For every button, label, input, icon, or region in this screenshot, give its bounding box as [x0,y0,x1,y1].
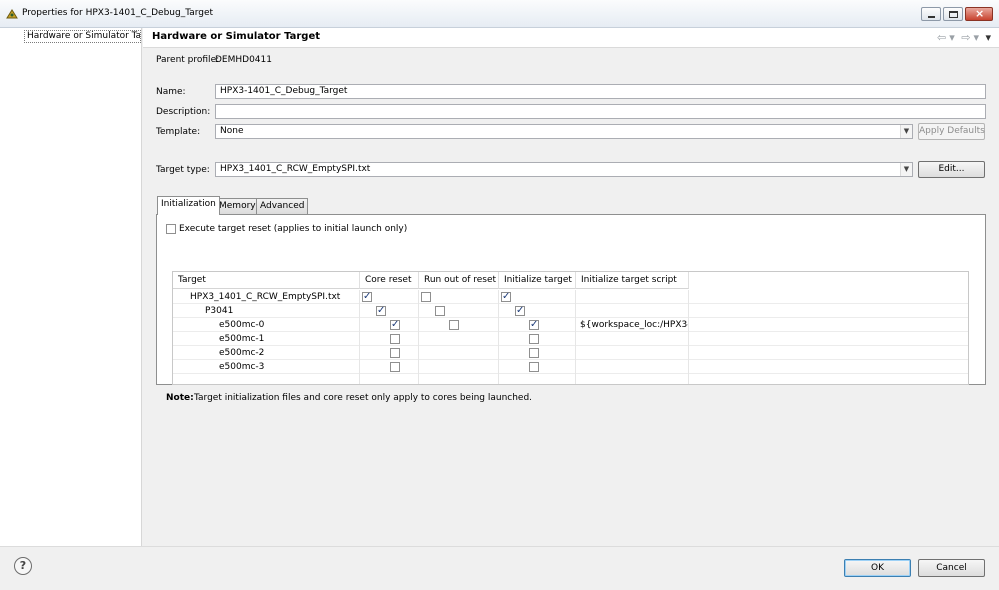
forward-arrow-icon[interactable]: ⇨ [961,31,970,44]
description-field[interactable] [215,104,986,119]
close-button[interactable]: × [965,7,993,21]
column-header-target[interactable]: Target [173,272,360,289]
core-reset-checkbox[interactable] [362,290,372,304]
initialize-target-checkbox[interactable] [515,304,525,318]
sidebar: Hardware or Simulator Target [0,28,142,546]
main-panel: Hardware or Simulator Target ⇦ ▾ ⇨ ▾ ▾ Par… [143,28,999,546]
target-name: HPX3_1401_C_RCW_EmptySPI.txt [173,290,360,304]
column-header-run-out-of-reset[interactable]: Run out of reset [419,272,499,289]
target-type-value: HPX3_1401_C_RCW_EmptySPI.txt [220,164,371,174]
initialize-target-checkbox[interactable] [529,318,539,332]
minimize-button[interactable] [921,7,941,21]
sidebar-item-hardware-target[interactable]: Hardware or Simulator Target [24,30,141,43]
init-script-value[interactable] [576,360,689,374]
init-script-value[interactable] [576,346,689,360]
init-script-value[interactable]: ${workspace_loc:/HPX3-... [576,318,689,332]
target-type-label: Target type: [156,165,210,175]
dialog-footer: ? OK Cancel [0,546,999,590]
tab-memory[interactable]: Memory [215,198,260,214]
initialize-target-checkbox[interactable] [501,290,511,304]
note-text: Target initialization files and core res… [194,393,533,403]
init-script-value[interactable] [576,290,689,304]
ok-button[interactable]: OK [844,559,911,577]
initialize-target-checkbox[interactable] [529,334,539,344]
apply-defaults-button[interactable]: Apply Defaults [918,123,985,140]
history-nav: ⇦ ▾ ⇨ ▾ ▾ [934,31,991,44]
initialization-panel: Execute target reset (applies to initial… [156,214,986,403]
target-name: P3041 [173,304,360,318]
core-reset-checkbox[interactable] [376,304,386,318]
run-out-of-reset-checkbox[interactable] [435,306,445,316]
chevron-down-icon[interactable]: ▾ [973,31,979,44]
maximize-icon [949,11,958,18]
template-label: Template: [156,127,201,137]
name-field[interactable]: HPX3-1401_C_Debug_Target [215,84,986,99]
table-row[interactable]: e500mc-2 [173,346,968,360]
back-arrow-icon[interactable]: ⇦ [937,31,946,44]
edit-button[interactable]: Edit... [918,161,985,178]
help-icon[interactable]: ? [14,557,32,575]
target-name: e500mc-0 [173,318,360,332]
chevron-down-icon[interactable]: ▾ [949,31,955,44]
target-name: e500mc-2 [173,346,360,360]
page-header: Hardware or Simulator Target ⇦ ▾ ⇨ ▾ ▾ [143,28,999,48]
table-row[interactable]: P3041 [173,304,968,318]
note-label: Note: [166,393,194,403]
title-bar: Properties for HPX3-1401_C_Debug_Target … [0,0,999,28]
initialize-target-checkbox[interactable] [529,362,539,372]
cancel-button[interactable]: Cancel [918,559,985,577]
core-reset-checkbox[interactable] [390,348,400,358]
table-row[interactable]: e500mc-0 ${workspace_loc:/HPX3-... [173,318,968,332]
core-reset-checkbox[interactable] [390,318,400,332]
maximize-button[interactable] [943,7,963,21]
parent-profile-value: DEMHD0411 [215,55,272,65]
description-label: Description: [156,107,211,117]
chevron-down-icon[interactable]: ▼ [900,125,912,138]
initialize-target-checkbox[interactable] [529,348,539,358]
core-reset-checkbox[interactable] [390,334,400,344]
close-icon: × [975,7,985,20]
execute-reset-checkbox[interactable] [166,224,176,234]
core-reset-checkbox[interactable] [390,362,400,372]
minimize-icon [928,16,935,18]
template-value: None [220,126,244,136]
tab-initialization[interactable]: Initialization [157,196,220,215]
target-table: Target Core reset Run out of reset Initi… [172,271,969,385]
target-name: e500mc-3 [173,360,360,374]
run-out-of-reset-checkbox[interactable] [421,292,431,302]
view-menu-icon[interactable]: ▾ [985,31,991,44]
tab-advanced[interactable]: Advanced [256,198,309,214]
table-row-empty [173,374,968,384]
execute-reset-label: Execute target reset (applies to initial… [179,224,408,234]
table-row[interactable]: e500mc-3 [173,360,968,374]
page-title: Hardware or Simulator Target [152,31,321,42]
target-name: e500mc-1 [173,332,360,346]
table-row[interactable]: HPX3_1401_C_RCW_EmptySPI.txt [173,290,968,304]
name-label: Name: [156,87,186,97]
template-select[interactable]: None ▼ [215,124,913,139]
target-type-select[interactable]: HPX3_1401_C_RCW_EmptySPI.txt ▼ [215,162,913,177]
parent-profile-label: Parent profile: [156,55,220,65]
window-title: Properties for HPX3-1401_C_Debug_Target [22,8,214,18]
run-out-of-reset-checkbox[interactable] [449,320,459,330]
table-row[interactable]: e500mc-1 [173,332,968,346]
chevron-down-icon[interactable]: ▼ [900,163,912,176]
column-header-init-script[interactable]: Initialize target script [576,272,689,289]
column-header-core-reset[interactable]: Core reset [360,272,419,289]
column-header-initialize-target[interactable]: Initialize target [499,272,576,289]
init-script-value[interactable] [576,304,689,318]
target-icon [6,9,18,19]
init-script-value[interactable] [576,332,689,346]
